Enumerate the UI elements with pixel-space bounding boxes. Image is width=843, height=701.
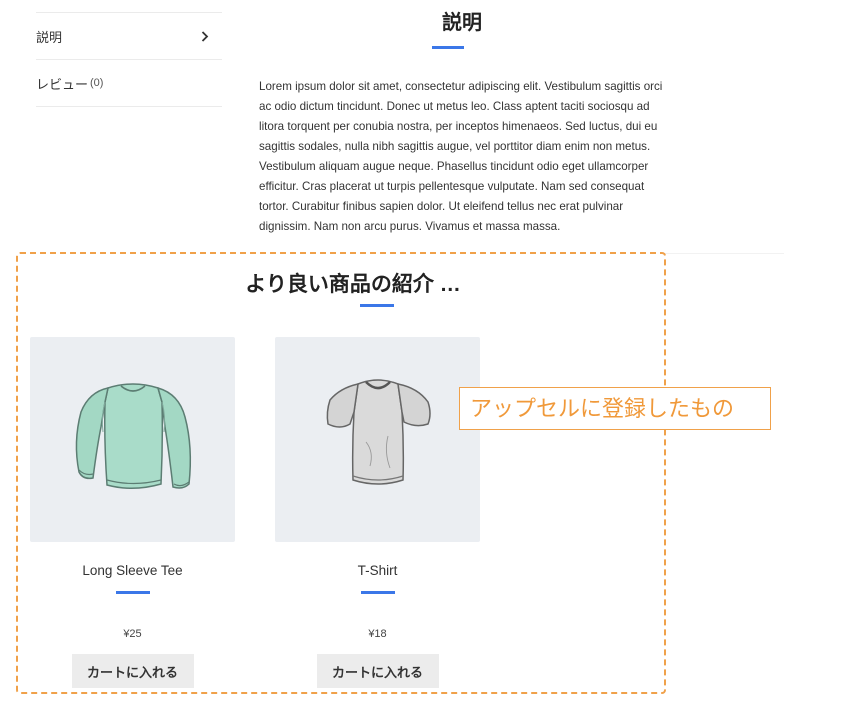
product-name[interactable]: Long Sleeve Tee: [30, 562, 235, 580]
add-to-cart-button[interactable]: カートに入れる: [316, 654, 439, 688]
title-underline: [432, 46, 464, 49]
tab-description[interactable]: 説明: [36, 12, 222, 59]
tab-description-label: 説明: [36, 29, 63, 45]
description-panel: 説明 Lorem ipsum dolor sit amet, consectet…: [259, 0, 669, 237]
product-name-underline: [360, 591, 395, 594]
upsells-section: より良い商品の紹介 … Long Sleeve Tee ¥25 カートに入れる …: [16, 252, 666, 694]
product-tabs: 説明 レビュー (0): [36, 0, 222, 107]
product-price: ¥25: [123, 628, 142, 640]
t-shirt-icon: [308, 372, 448, 507]
product-name-underline: [115, 591, 150, 594]
product-image[interactable]: [30, 337, 235, 542]
long-sleeve-shirt-icon: [63, 372, 203, 507]
upsells-title: より良い商品の紹介 …: [18, 268, 664, 298]
product-card: Long Sleeve Tee ¥25 カートに入れる: [30, 337, 235, 688]
annotation-callout: アップセルに登録したもの: [459, 387, 771, 430]
chevron-right-icon: [200, 30, 210, 42]
reviews-count: (0): [90, 77, 104, 89]
product-card: T-Shirt ¥18 カートに入れる: [275, 337, 480, 688]
upsells-title-text: より良い商品の紹介 …: [245, 273, 461, 296]
product-name[interactable]: T-Shirt: [275, 562, 480, 580]
product-image[interactable]: [275, 337, 480, 542]
description-title: 説明: [442, 12, 482, 34]
divider: [664, 253, 784, 254]
description-text: Lorem ipsum dolor sit amet, consectetur …: [259, 80, 663, 233]
product-price: ¥18: [368, 628, 387, 640]
tab-reviews[interactable]: レビュー (0): [36, 59, 222, 107]
tab-reviews-label: レビュー: [36, 76, 89, 92]
add-to-cart-button[interactable]: カートに入れる: [71, 654, 194, 688]
upsells-title-underline: [360, 304, 394, 307]
